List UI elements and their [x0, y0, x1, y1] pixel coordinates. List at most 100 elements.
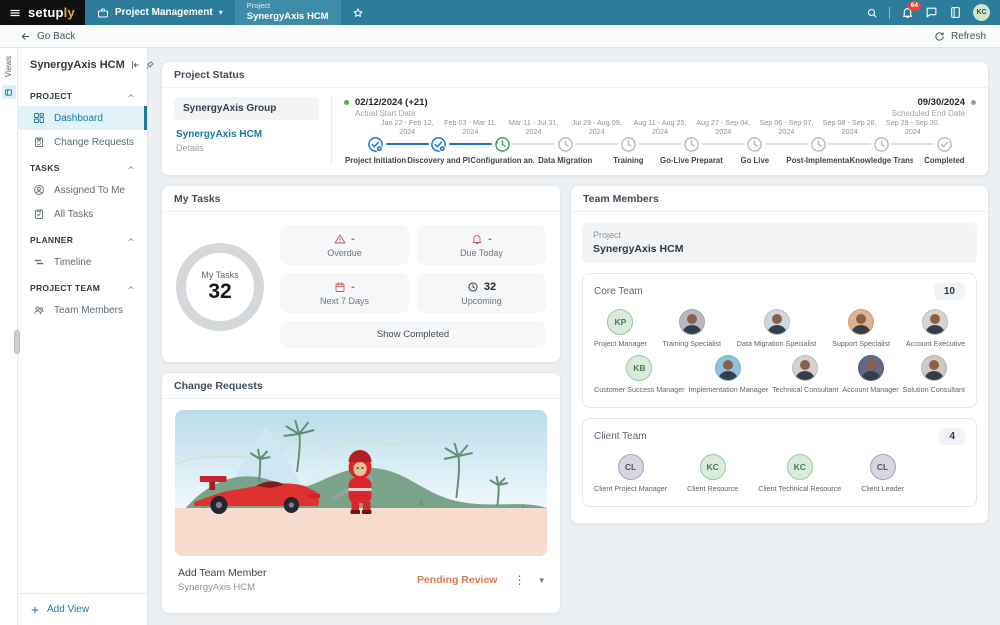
pending-phase-icon [620, 136, 637, 153]
phase-icon-row [850, 136, 935, 153]
team-member[interactable]: Data Migration Specialist [737, 309, 816, 348]
stat-value: - [488, 233, 492, 246]
phase-dates: Jul 29 - Aug 09, 2024 [571, 118, 622, 136]
search-icon[interactable] [866, 7, 878, 19]
change-request-clipboard-icon [33, 136, 45, 148]
member-role-label: Client Leader [861, 484, 904, 494]
chevron-down-icon[interactable]: ▾ [539, 575, 544, 586]
member-row: KP Project Manager Training Specialist Data… [594, 309, 965, 348]
phase-dates: Sep 08 - Sep 28, 2024 [822, 118, 877, 136]
change-request-row[interactable]: Add Team Member SynergyAxis HCM Pending … [175, 556, 547, 609]
panel-resize-handle[interactable] [14, 330, 20, 354]
workspace: Views SynergyAxis HCM PROJECT Dashboard Ch… [0, 48, 1000, 625]
team-member[interactable]: KB Customer Success Manager [594, 355, 685, 394]
stat-value: 32 [483, 281, 497, 294]
client-team-members: CL Client Project Manager KC Client Resourc… [594, 454, 965, 493]
avatar [763, 309, 790, 336]
team-member[interactable]: Implementation Manager [689, 355, 768, 394]
done-phase-icon [430, 136, 447, 153]
sidebar-section-header[interactable]: TASKS [18, 154, 147, 178]
notification-count-badge: 64 [907, 1, 921, 11]
scheduled-end-date: 09/30/2024 Scheduled End Date [892, 97, 976, 118]
team-member[interactable]: Solution Consultant [903, 355, 965, 394]
team-member[interactable]: Support Specialist [832, 309, 890, 348]
team-member[interactable]: Technical Consultant [772, 355, 838, 394]
project-selector[interactable]: Project SynergyAxis HCM [582, 223, 977, 264]
collapse-sidebar-icon[interactable] [130, 60, 140, 70]
phase-dates: Jan 22 - Feb 12, 2024 [381, 118, 434, 136]
top-navigation-bar: setuply Project Management ▾ Project Syn… [0, 0, 1000, 25]
project-name-link[interactable]: SynergyAxis HCM [174, 129, 319, 140]
sidebar-item-change-requests[interactable]: Change Requests [18, 130, 147, 154]
phase-icon-row [344, 136, 429, 153]
stat-label: Upcoming [461, 296, 502, 307]
kebab-menu-icon[interactable]: ⋮ [513, 573, 525, 587]
sidebar-layout-icon[interactable] [1, 85, 16, 100]
stat-value-row: - [423, 233, 540, 245]
phase-dates: Sep 06 - Sep 07, 2024 [759, 118, 814, 136]
add-view-button[interactable]: Add View [18, 593, 147, 625]
chat-icon[interactable] [925, 6, 938, 19]
sidebar-section-header[interactable]: PROJECT TEAM [18, 274, 147, 298]
sidebar-item-label: Assigned To Me [54, 184, 125, 196]
stat-card-upcoming[interactable]: 32 Upcoming [417, 273, 546, 314]
sidebar-item-timeline[interactable]: Timeline [18, 250, 147, 274]
phase-dates: Aug 27 - Sep 04, 2024 [696, 118, 751, 136]
notebook-icon[interactable] [949, 6, 962, 19]
group-name: SynergyAxis Group [174, 97, 319, 120]
sidebar-item-label: Timeline [54, 256, 92, 268]
stat-card-next-7-days[interactable]: - Next 7 Days [280, 273, 409, 314]
sidebar-item-assigned-to-me[interactable]: Assigned To Me [18, 178, 147, 202]
add-view-label: Add View [47, 604, 90, 615]
team-member[interactable]: Training Specialist [663, 309, 721, 348]
member-row: CL Client Project Manager KC Client Resourc… [594, 454, 965, 493]
member-role-label: Client Project Manager [594, 484, 668, 494]
avatar [922, 309, 949, 336]
stat-label: Overdue [327, 248, 362, 259]
stat-card-overdue[interactable]: - Overdue [280, 225, 409, 266]
favorite-star-icon[interactable] [341, 0, 375, 25]
project-label: Project [593, 230, 622, 241]
tab-project-synergyaxis[interactable]: Project SynergyAxis HCM [234, 0, 341, 25]
my-tasks-title: My Tasks [162, 186, 560, 213]
team-member[interactable]: Account Manager [842, 355, 899, 394]
core-team-members: KP Project Manager Training Specialist Data… [594, 309, 965, 394]
team-member[interactable]: CL Client Leader [861, 454, 904, 493]
team-member[interactable]: KC Client Technical Resource [758, 454, 841, 493]
notifications-bell-icon[interactable]: 64 [901, 1, 921, 19]
sidebar-item-label: Change Requests [54, 136, 135, 148]
phase-icon-row [470, 136, 556, 153]
sidebar-item-team-members[interactable]: Team Members [18, 298, 147, 322]
project-management-menu[interactable]: Project Management ▾ [85, 0, 235, 25]
hamburger-menu-icon[interactable] [9, 7, 21, 19]
details-link[interactable]: Details [174, 143, 319, 153]
phase-track: Jan 22 - Feb 12, 2024 Project Initiation F… [344, 118, 976, 166]
team-member[interactable]: KP Project Manager [594, 309, 647, 348]
team-members-panel: Team Members Project SynergyAxis HCM Cor… [570, 185, 989, 525]
sidebar-item-all-tasks[interactable]: All Tasks [18, 202, 147, 226]
phase-name: Discovery and Pla... [407, 156, 471, 166]
sidebar-header: SynergyAxis HCM [18, 48, 154, 80]
chevron-up-icon [127, 236, 135, 244]
pending-phase-icon [873, 136, 890, 153]
go-back-button[interactable]: Go Back [20, 31, 75, 42]
team-member[interactable]: CL Client Project Manager [594, 454, 667, 493]
user-avatar[interactable]: KC [973, 4, 990, 21]
phase-dates [944, 119, 1000, 136]
phase-project-initiation[interactable]: Jan 22 - Feb 12, 2024 Project Initiation [344, 119, 433, 166]
sidebar-section-header[interactable]: PROJECT [18, 82, 147, 106]
ring-value: 32 [208, 280, 232, 304]
team-member[interactable]: KC Client Resource [687, 454, 738, 493]
sidebar-item-dashboard[interactable]: Dashboard [18, 106, 147, 130]
member-role-label: Customer Success Manager [594, 385, 685, 395]
team-member[interactable]: Account Executive [906, 309, 965, 348]
setuply-logo[interactable]: setuply [28, 5, 75, 20]
refresh-button[interactable]: Refresh [934, 31, 986, 42]
avatar [920, 355, 947, 382]
sidebar-section-header[interactable]: PLANNER [18, 226, 147, 250]
change-request-subtitle: SynergyAxis HCM [178, 582, 256, 594]
show-completed-button[interactable]: Show Completed [280, 321, 546, 349]
phase-dates: Sep 29 - Sep 30, 2024 [885, 118, 940, 136]
stat-card-due-today[interactable]: - Due Today [417, 225, 546, 266]
phase-icon-row [597, 136, 682, 153]
